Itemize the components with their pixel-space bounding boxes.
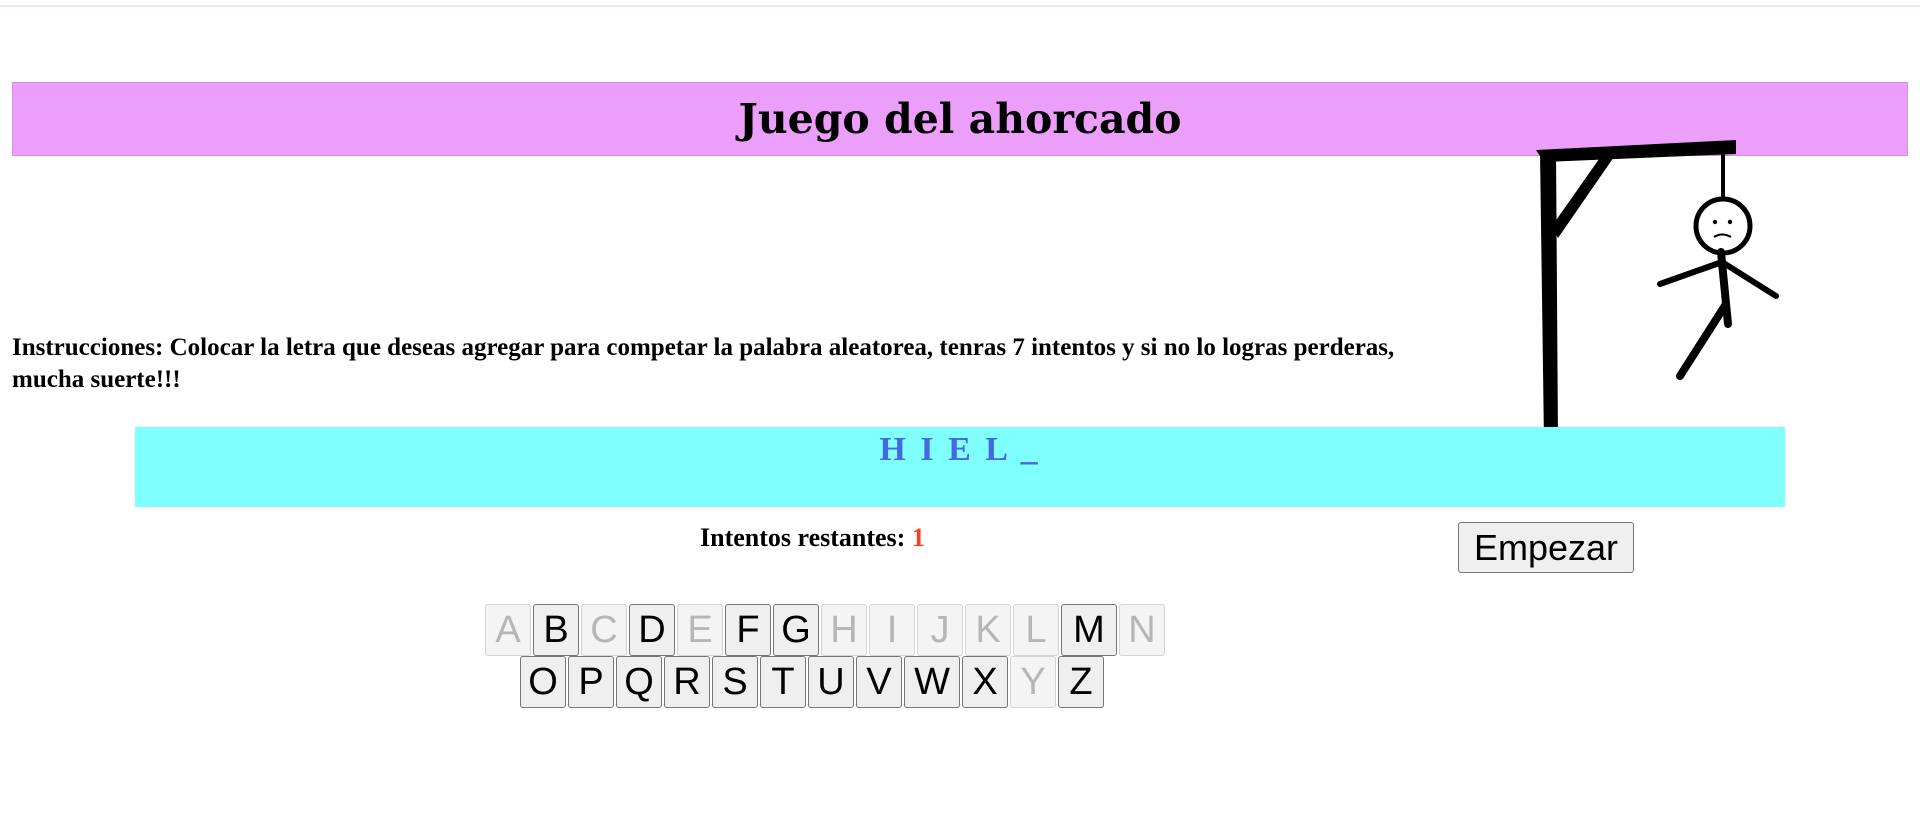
attempts-label: Intentos restantes: (700, 523, 906, 552)
top-divider (0, 5, 1920, 7)
key-p[interactable]: P (568, 656, 614, 708)
key-e[interactable]: E (677, 604, 723, 656)
keyboard-row-2: O P Q R S T U V W X Y Z (520, 656, 1106, 708)
key-w[interactable]: W (904, 656, 960, 708)
key-t[interactable]: T (760, 656, 806, 708)
key-v[interactable]: V (856, 656, 902, 708)
key-z[interactable]: Z (1058, 656, 1104, 708)
instructions-text: Instrucciones: Colocar la letra que dese… (12, 334, 1395, 393)
key-q[interactable]: Q (616, 656, 662, 708)
key-h[interactable]: H (821, 604, 867, 656)
key-f[interactable]: F (725, 604, 771, 656)
key-b[interactable]: B (533, 604, 579, 656)
hangman-image (1508, 140, 1779, 450)
key-a[interactable]: A (485, 604, 531, 656)
keyboard-row-1: A B C D E F G H I J K L M N (485, 604, 1167, 656)
key-n[interactable]: N (1119, 604, 1165, 656)
key-d[interactable]: D (629, 604, 675, 656)
key-x[interactable]: X (962, 656, 1008, 708)
key-j[interactable]: J (917, 604, 963, 656)
hidden-word: H I E L _ (879, 431, 1041, 468)
key-m[interactable]: M (1061, 604, 1117, 656)
key-u[interactable]: U (808, 656, 854, 708)
key-r[interactable]: R (664, 656, 710, 708)
attempts-counter: Intentos restantes: 1 (700, 521, 925, 555)
key-k[interactable]: K (965, 604, 1011, 656)
key-g[interactable]: G (773, 604, 819, 656)
key-i[interactable]: I (869, 604, 915, 656)
word-banner: H I E L _ (135, 427, 1785, 507)
attempts-remaining-value: 1 (911, 523, 925, 552)
key-l[interactable]: L (1013, 604, 1059, 656)
key-s[interactable]: S (712, 656, 758, 708)
key-c[interactable]: C (581, 604, 627, 656)
key-o[interactable]: O (520, 656, 566, 708)
key-y[interactable]: Y (1010, 656, 1056, 708)
start-button[interactable]: Empezar (1458, 522, 1634, 573)
